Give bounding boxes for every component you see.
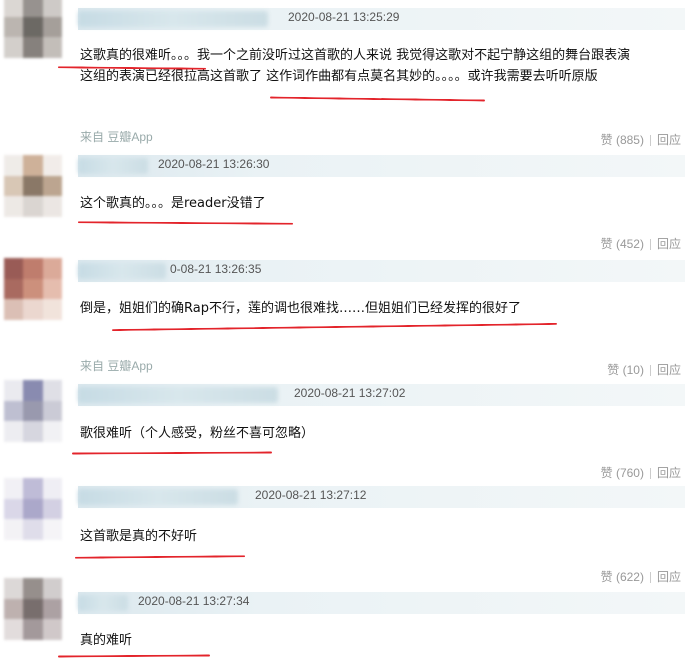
comment-time: 2020-08-21 13:27:02 bbox=[294, 386, 406, 400]
highlight-underline bbox=[74, 555, 246, 559]
avatar[interactable] bbox=[4, 0, 62, 58]
comment-time: 0-08-21 13:26:35 bbox=[170, 262, 262, 276]
comment-text: 真的难听 bbox=[80, 633, 133, 648]
highlight-underline bbox=[57, 654, 211, 658]
reply-button[interactable]: 回应 bbox=[657, 363, 681, 377]
username-blurred[interactable] bbox=[78, 489, 238, 505]
highlight-underline bbox=[77, 221, 294, 225]
comment-actions: 赞 (885) 回应 bbox=[601, 131, 681, 148]
comment-header: 2020-08-21 13:25:29 bbox=[78, 8, 685, 30]
avatar[interactable] bbox=[4, 380, 62, 442]
comment-text-line: 这歌真的很难听。。。我一个之前没听过这首歌的人来说 我觉得这歌对不起宁静这组的舞… bbox=[80, 48, 631, 63]
comment-time: 2020-08-21 13:26:30 bbox=[158, 157, 270, 171]
reply-button[interactable]: 回应 bbox=[657, 133, 681, 147]
divider bbox=[649, 135, 651, 147]
highlight-underline bbox=[269, 96, 486, 102]
comment-header: 2020-08-21 13:27:34 bbox=[78, 592, 685, 614]
comment-header: 2020-08-21 13:27:02 bbox=[78, 384, 685, 406]
divider bbox=[649, 572, 651, 584]
like-button[interactable]: 赞 (885) bbox=[601, 133, 644, 147]
username-blurred[interactable] bbox=[78, 158, 148, 174]
reply-button[interactable]: 回应 bbox=[657, 466, 681, 480]
divider bbox=[649, 468, 651, 480]
avatar[interactable] bbox=[4, 578, 62, 640]
comment-time: 2020-08-21 13:25:29 bbox=[288, 10, 400, 24]
comment-header: 2020-08-21 13:26:30 bbox=[78, 155, 685, 177]
like-button[interactable]: 赞 (10) bbox=[607, 363, 644, 377]
comment-text: 歌很难听（个人感受，粉丝不喜可忽略） bbox=[80, 426, 315, 441]
avatar[interactable] bbox=[4, 258, 62, 320]
divider bbox=[649, 365, 651, 377]
avatar[interactable] bbox=[4, 155, 62, 217]
like-button[interactable]: 赞 (452) bbox=[601, 237, 644, 251]
reply-button[interactable]: 回应 bbox=[657, 237, 681, 251]
username-blurred[interactable] bbox=[78, 11, 268, 27]
comment-actions: 赞 (10) 回应 bbox=[607, 361, 681, 378]
highlight-underline bbox=[112, 322, 557, 332]
like-button[interactable]: 赞 (760) bbox=[601, 466, 644, 480]
comment-header: 0-08-21 13:26:35 bbox=[78, 260, 685, 282]
username-blurred[interactable] bbox=[78, 387, 278, 403]
comment-actions: 赞 (622) 回应 bbox=[601, 568, 681, 585]
comment-header: 2020-08-21 13:27:12 bbox=[78, 486, 685, 508]
comment-text: 这首歌是真的不好听 bbox=[80, 529, 198, 544]
comment-text: 倒是，姐姐们的确Rap不行，莲的调也很难找……但姐姐们已经发挥的很好了 bbox=[80, 301, 521, 316]
comment-actions: 赞 (452) 回应 bbox=[601, 235, 681, 252]
comment-text: 这歌真的很难听。。。我一个之前没听过这首歌的人来说 我觉得这歌对不起宁静这组的舞… bbox=[80, 45, 671, 87]
comment-text: 这个歌真的。。。是reader没错了 bbox=[80, 196, 266, 211]
like-button[interactable]: 赞 (622) bbox=[601, 570, 644, 584]
username-blurred[interactable] bbox=[78, 263, 166, 279]
source-label: 来自 豆瓣App bbox=[80, 359, 153, 373]
comment-actions: 赞 (760) 回应 bbox=[601, 464, 681, 481]
source-label: 来自 豆瓣App bbox=[80, 130, 153, 144]
divider bbox=[649, 239, 651, 251]
comment-time: 2020-08-21 13:27:34 bbox=[138, 594, 250, 608]
highlight-underline bbox=[71, 451, 273, 455]
avatar[interactable] bbox=[4, 478, 62, 540]
reply-button[interactable]: 回应 bbox=[657, 570, 681, 584]
username-blurred[interactable] bbox=[78, 595, 128, 611]
comment-time: 2020-08-21 13:27:12 bbox=[255, 488, 367, 502]
